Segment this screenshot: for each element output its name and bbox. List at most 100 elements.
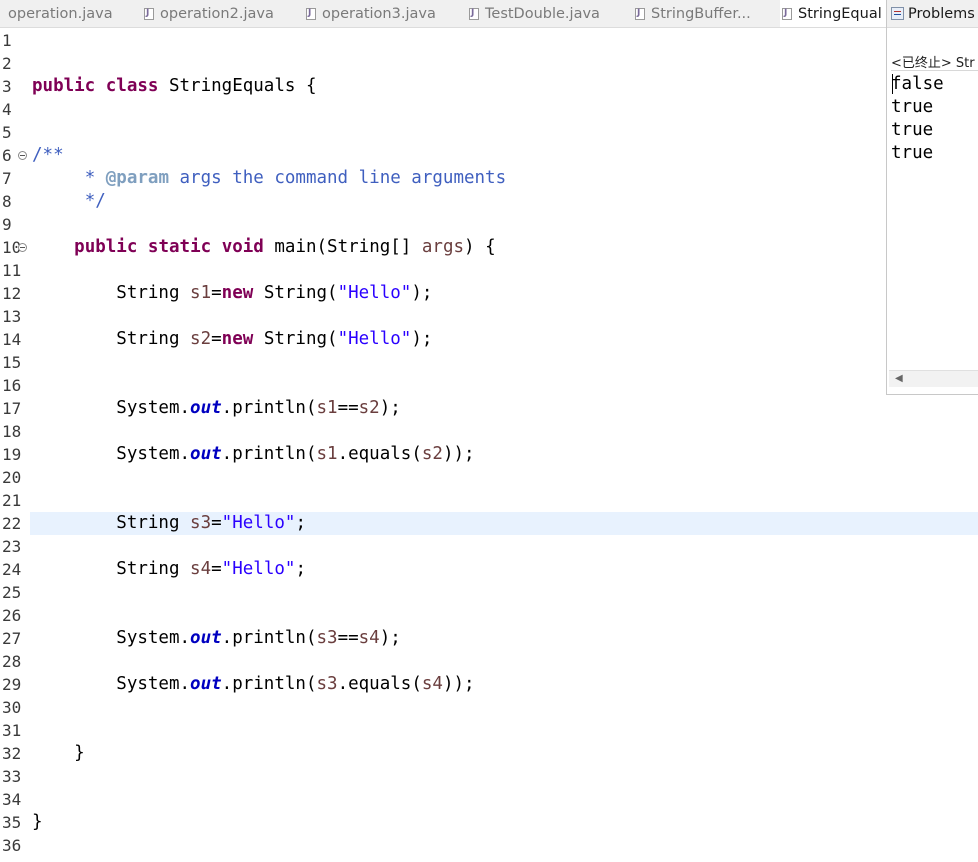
- java-file-icon: [635, 7, 645, 20]
- code-text[interactable]: String s2=new String("Hello");: [30, 328, 978, 351]
- code-text[interactable]: [30, 765, 978, 788]
- code-token: out: [190, 674, 222, 694]
- code-line: 24 String s4="Hello";: [0, 558, 978, 581]
- code-token: StringEquals {: [158, 76, 317, 96]
- code-text[interactable]: [30, 696, 978, 719]
- code-text[interactable]: [30, 29, 978, 52]
- terminated-label: <已终止> Str: [891, 56, 975, 71]
- code-token: "Hello": [221, 559, 296, 579]
- code-token: s3: [190, 513, 212, 533]
- code-text[interactable]: [30, 121, 978, 144]
- code-text[interactable]: [30, 98, 978, 121]
- line-number: 21: [2, 491, 22, 510]
- code-text[interactable]: System.out.println(s1==s2);: [30, 397, 978, 420]
- code-token: }: [32, 743, 85, 763]
- code-line: 31: [0, 719, 978, 742]
- code-text[interactable]: [30, 581, 978, 604]
- code-text[interactable]: [30, 650, 978, 673]
- code-text[interactable]: [30, 834, 978, 857]
- code-text[interactable]: [30, 374, 978, 397]
- code-text[interactable]: [30, 719, 978, 742]
- code-token: new: [221, 329, 254, 349]
- code-token: ));: [442, 444, 475, 464]
- code-token: out: [190, 398, 222, 418]
- code-text[interactable]: String s4="Hello";: [30, 558, 978, 581]
- code-text[interactable]: [30, 213, 978, 236]
- code-token: "Hello": [337, 283, 412, 303]
- code-text[interactable]: [30, 52, 978, 75]
- editor-tab-5[interactable]: StringBuffer...: [635, 0, 751, 27]
- text-cursor: [892, 74, 893, 94]
- code-text[interactable]: System.out.println(s3.equals(s4));: [30, 673, 978, 696]
- code-token: System.: [32, 674, 191, 694]
- code-token: String: [32, 559, 191, 579]
- fold-toggle-icon[interactable]: [18, 243, 27, 252]
- code-token: ==: [337, 628, 359, 648]
- code-token: s3: [316, 628, 338, 648]
- code-token: ));: [442, 674, 475, 694]
- code-token: String(: [253, 329, 338, 349]
- code-text[interactable]: [30, 535, 978, 558]
- code-token: System.: [32, 398, 191, 418]
- editor-tab-6[interactable]: StringEqual: [780, 0, 886, 27]
- code-text[interactable]: [30, 351, 978, 374]
- code-text[interactable]: * @param args the command line arguments: [30, 167, 978, 190]
- editor-tab-2[interactable]: operation2.java: [144, 0, 274, 27]
- line-number: 33: [2, 767, 22, 786]
- code-token: ) {: [464, 237, 496, 257]
- line-number: 13: [2, 307, 22, 326]
- line-number: 5: [2, 123, 12, 142]
- editor-tab-3[interactable]: operation3.java: [306, 0, 436, 27]
- code-text[interactable]: [30, 305, 978, 328]
- code-line: 32 }: [0, 742, 978, 765]
- line-number: 7: [2, 169, 12, 188]
- code-text[interactable]: System.out.println(s3==s4);: [30, 627, 978, 650]
- fold-toggle-icon[interactable]: [18, 151, 27, 160]
- code-line: 20: [0, 466, 978, 489]
- code-text[interactable]: /**: [30, 144, 978, 167]
- code-text[interactable]: */: [30, 190, 978, 213]
- code-text[interactable]: public static void main(String[] args) {: [30, 236, 978, 259]
- code-text[interactable]: [30, 466, 978, 489]
- editor-tab-label: operation2.java: [160, 5, 274, 22]
- code-text[interactable]: }: [30, 811, 978, 834]
- code-text[interactable]: System.out.println(s1.equals(s2));: [30, 443, 978, 466]
- editor-tab-1[interactable]: operation.java: [8, 0, 113, 27]
- code-token: s2: [358, 398, 380, 418]
- code-token: .equals(: [337, 444, 422, 464]
- code-text[interactable]: [30, 489, 978, 512]
- code-token: System.: [32, 444, 191, 464]
- code-line: 18: [0, 420, 978, 443]
- horizontal-scrollbar[interactable]: ◀: [889, 370, 978, 387]
- code-text[interactable]: [30, 259, 978, 282]
- editor-tab-label: StringEqual: [798, 5, 882, 22]
- editor-tab-label: operation3.java: [322, 5, 436, 22]
- line-number: 20: [2, 468, 22, 487]
- editor-tab-label: TestDouble.java: [485, 5, 600, 22]
- scroll-left-icon[interactable]: ◀: [895, 373, 903, 384]
- line-number: 31: [2, 721, 22, 740]
- code-line: 30: [0, 696, 978, 719]
- code-text[interactable]: public class StringEquals {: [30, 75, 978, 98]
- line-number: 14: [2, 330, 22, 349]
- tab-problems[interactable]: Problems: [887, 0, 978, 28]
- line-number: 19: [2, 445, 22, 464]
- code-text[interactable]: [30, 788, 978, 811]
- problems-icon: [891, 7, 904, 20]
- code-token: args the command line arguments: [168, 168, 507, 188]
- code-token: .equals(: [337, 674, 422, 694]
- editor-tab-4[interactable]: TestDouble.java: [469, 0, 600, 27]
- code-token: =: [211, 329, 222, 349]
- code-line: 3 public class StringEquals {: [0, 75, 978, 98]
- code-text[interactable]: String s1=new String("Hello");: [30, 282, 978, 305]
- code-text[interactable]: [30, 420, 978, 443]
- code-line: 4: [0, 98, 978, 121]
- line-number: 3: [2, 77, 12, 96]
- code-text[interactable]: String s3="Hello";: [30, 512, 978, 535]
- code-text[interactable]: [30, 604, 978, 627]
- code-editor[interactable]: 1 2 3 public class StringEquals {4 5 6/** 7 * …: [0, 27, 978, 862]
- code-text[interactable]: }: [30, 742, 978, 765]
